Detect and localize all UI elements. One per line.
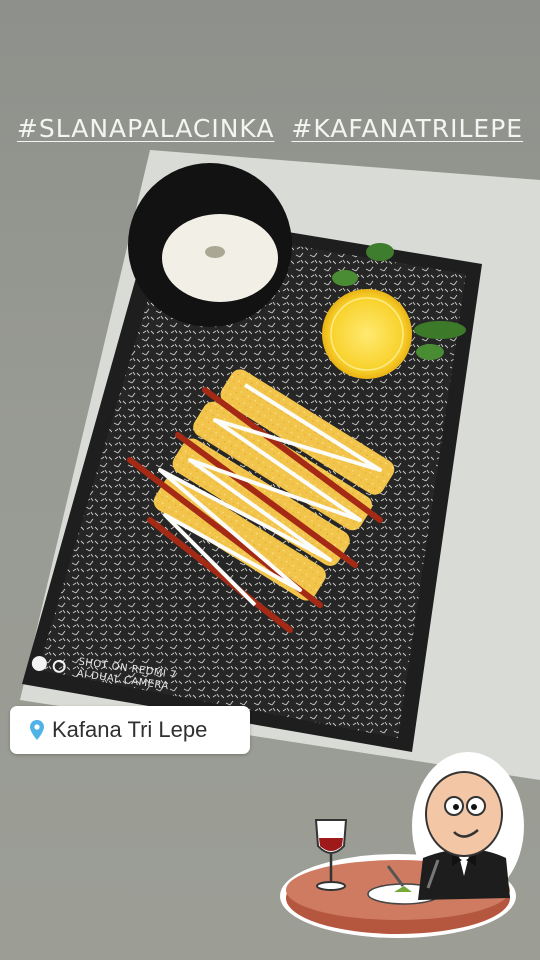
camera-ring-icon [51, 658, 67, 674]
location-label: Kafana Tri Lepe [52, 717, 208, 742]
hashtag-kafanatrilepe[interactable]: #KAFANATRILEPE [291, 114, 523, 143]
map-pin-icon [30, 720, 44, 740]
food-photo [20, 150, 540, 780]
camera-dot-icon [30, 654, 48, 672]
bald-head [425, 771, 503, 857]
location-sticker[interactable]: Kafana Tri Lepe [10, 706, 250, 754]
hashtag-slanapalacinka[interactable]: #SLANAPALACINKA [17, 114, 275, 143]
chef-dining-sticker[interactable] [278, 748, 528, 948]
lemon-slice [322, 289, 412, 379]
hashtags-line: #SLANAPALACINKA #KAFANATRILEPE [0, 114, 540, 143]
